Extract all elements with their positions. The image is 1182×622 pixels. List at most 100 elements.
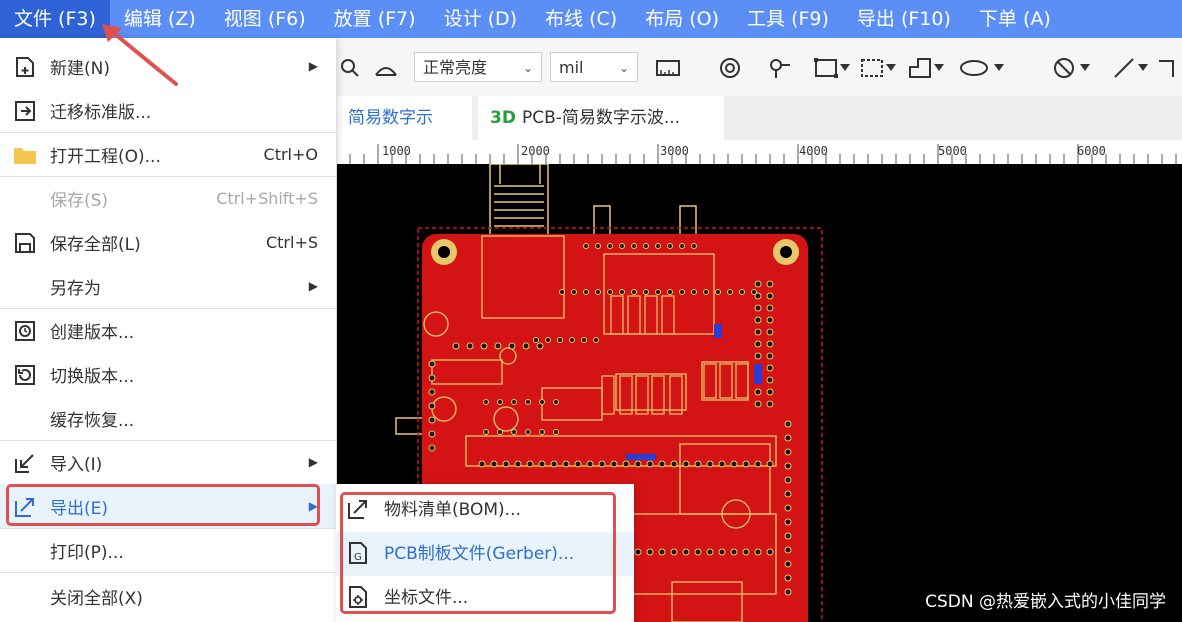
pcb-pad bbox=[497, 429, 503, 435]
menu-item-new[interactable]: 新建(N) ▶ bbox=[0, 44, 336, 88]
pcb-pad bbox=[562, 460, 570, 468]
menu-item-export[interactable]: 导出(E) ▶ bbox=[0, 484, 336, 528]
pcb-pad bbox=[514, 460, 522, 468]
menu-item-create-version[interactable]: 创建版本... bbox=[0, 308, 336, 352]
pcb-pad bbox=[511, 399, 517, 405]
chevron-down-icon[interactable] bbox=[932, 54, 946, 82]
polygon-icon[interactable] bbox=[906, 54, 934, 82]
tab-pcb[interactable]: 简易数字示波... bbox=[336, 96, 472, 172]
menu-item-migrate[interactable]: 迁移标准版... bbox=[0, 88, 336, 132]
menu-item-cache-restore[interactable]: 缓存恢复... bbox=[0, 396, 336, 440]
pcb-pad bbox=[754, 328, 762, 336]
pcb-pad bbox=[706, 460, 714, 468]
pcb-pad bbox=[533, 337, 539, 343]
menu-item-open-project[interactable]: 打开工程(O)... Ctrl+O bbox=[0, 132, 336, 176]
folder-icon bbox=[12, 142, 38, 168]
pcb-pad bbox=[784, 420, 792, 428]
pcb-pad bbox=[754, 352, 762, 360]
menu-item-import[interactable]: 导入(I) ▶ bbox=[0, 440, 336, 484]
menu-item-save-all[interactable]: 保存全部(L) Ctrl+S bbox=[0, 220, 336, 264]
rectangle-icon[interactable] bbox=[812, 54, 840, 82]
menu-layout[interactable]: 布局 (O) bbox=[631, 0, 733, 38]
menu-order[interactable]: 下单 (A) bbox=[965, 0, 1065, 38]
menu-item-print[interactable]: 打印(P)... bbox=[0, 528, 336, 572]
chevron-down-icon[interactable] bbox=[1136, 54, 1150, 82]
pcb-pad bbox=[595, 243, 601, 249]
pcb-pad bbox=[643, 289, 649, 295]
watermark: CSDN @热爱嵌入式的小佳同学 bbox=[925, 592, 1166, 612]
menu-divider bbox=[0, 572, 336, 573]
pcb-pad bbox=[754, 400, 762, 408]
menu-item-close-all[interactable]: 关闭全部(X) bbox=[0, 574, 336, 618]
menu-item-switch-version[interactable]: 切换版本... bbox=[0, 352, 336, 396]
menu-export[interactable]: 导出 (F10) bbox=[843, 0, 965, 38]
pcb-pad bbox=[766, 280, 774, 288]
pcb-pad bbox=[766, 548, 774, 556]
migrate-icon bbox=[12, 98, 38, 124]
export-arrow-icon bbox=[346, 497, 372, 523]
brightness-select[interactable]: 正常亮度 ⌄ bbox=[414, 52, 542, 82]
pcb-pad bbox=[483, 399, 489, 405]
submenu-item-gerber[interactable]: G PCB制板文件(Gerber)... bbox=[336, 532, 634, 576]
pcb-pad bbox=[766, 388, 774, 396]
menu-item-save[interactable]: 保存(S) Ctrl+Shift+S bbox=[0, 176, 336, 220]
menu-edit[interactable]: 编辑 (Z) bbox=[110, 0, 210, 38]
pcb-pad bbox=[536, 342, 544, 350]
pcb-pad bbox=[497, 399, 503, 405]
menu-item-shortcut: Ctrl+O bbox=[263, 144, 318, 164]
menubar: 文件 (F3) 编辑 (Z) 视图 (F6) 放置 (F7) 设计 (D) 布线… bbox=[0, 0, 1182, 38]
submenu-item-coordinates[interactable]: 坐标文件... bbox=[336, 576, 634, 620]
prohibit-icon[interactable] bbox=[1050, 54, 1078, 82]
line-icon[interactable] bbox=[1110, 54, 1138, 82]
menu-route[interactable]: 布线 (C) bbox=[531, 0, 631, 38]
menu-tools[interactable]: 工具 (F9) bbox=[733, 0, 843, 38]
via-icon[interactable] bbox=[716, 54, 744, 82]
chevron-right-icon: ▶ bbox=[308, 455, 318, 469]
chevron-right-icon: ▶ bbox=[308, 59, 318, 73]
pcb-pad bbox=[643, 243, 649, 249]
menu-file[interactable]: 文件 (F3) bbox=[0, 0, 110, 38]
submenu-item-bom[interactable]: 物料清单(BOM)... bbox=[336, 488, 634, 532]
pcb-pad bbox=[670, 460, 678, 468]
menu-design[interactable]: 设计 (D) bbox=[430, 0, 532, 38]
tab-3d-pcb[interactable]: 3D PCB-简易数字示波... bbox=[478, 96, 724, 140]
unit-select[interactable]: mil ⌄ bbox=[550, 52, 638, 82]
trace-icon[interactable] bbox=[1156, 54, 1176, 82]
pcb-pad bbox=[539, 399, 545, 405]
pcb-pad bbox=[766, 352, 774, 360]
pcb-pad bbox=[655, 243, 661, 249]
pcb-pad bbox=[480, 342, 488, 350]
pcb-pad bbox=[754, 280, 762, 288]
pcb-pad bbox=[730, 548, 738, 556]
pcb-pad bbox=[607, 243, 613, 249]
pcb-pad bbox=[553, 429, 559, 435]
pcb-pad bbox=[655, 289, 661, 295]
pcb-pad bbox=[766, 340, 774, 348]
ellipse-icon[interactable] bbox=[956, 54, 992, 82]
zoom-icon[interactable] bbox=[336, 54, 364, 82]
pcb-pad bbox=[679, 289, 685, 295]
menu-place[interactable]: 放置 (F7) bbox=[320, 0, 430, 38]
pcb-pad bbox=[494, 342, 502, 350]
chevron-down-icon[interactable] bbox=[1078, 54, 1092, 82]
pcb-pad bbox=[784, 476, 792, 484]
pcb-pad bbox=[483, 429, 489, 435]
chevron-right-icon: ▶ bbox=[308, 279, 318, 293]
menu-item-save-as[interactable]: 另存为 ▶ bbox=[0, 264, 336, 308]
pcb-pad bbox=[525, 429, 531, 435]
pcb-pad bbox=[598, 460, 606, 468]
chevron-down-icon[interactable] bbox=[884, 54, 898, 82]
menu-item-label: 打开工程(O)... bbox=[50, 146, 161, 167]
menu-view[interactable]: 视图 (F6) bbox=[210, 0, 320, 38]
chevron-down-icon[interactable] bbox=[992, 54, 1006, 82]
layer-brightness-icon[interactable] bbox=[372, 54, 400, 82]
pcb-pad bbox=[428, 360, 436, 368]
dashed-rectangle-icon[interactable] bbox=[858, 54, 886, 82]
menu-item-shortcut: Ctrl+Shift+S bbox=[216, 188, 318, 208]
chevron-down-icon[interactable] bbox=[838, 54, 852, 82]
pcb-pad bbox=[784, 434, 792, 442]
pcb-pad bbox=[553, 399, 559, 405]
measure-icon[interactable] bbox=[654, 54, 682, 82]
pad-icon[interactable] bbox=[766, 54, 794, 82]
export-submenu: 物料清单(BOM)... G PCB制板文件(Gerber)... 坐标文件..… bbox=[336, 484, 634, 622]
